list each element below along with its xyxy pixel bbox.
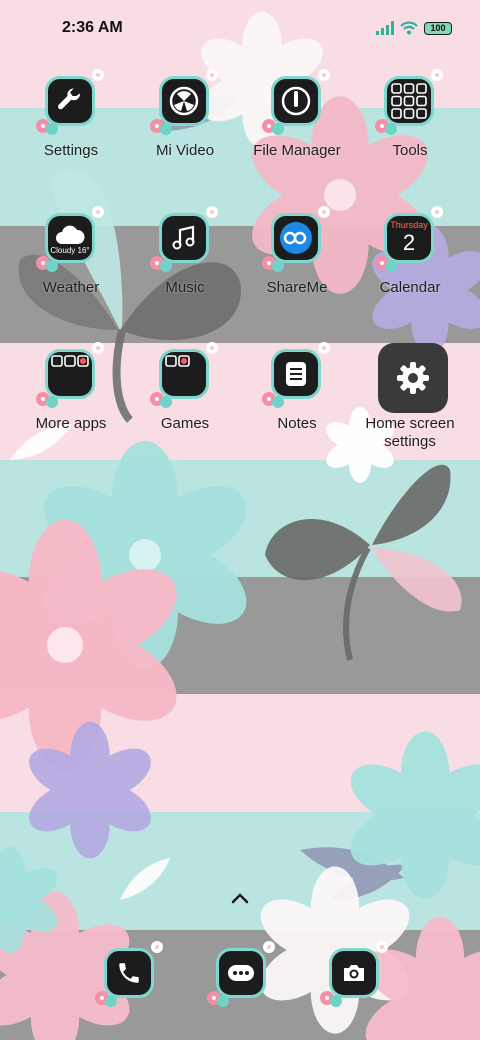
battery-icon: 100 — [424, 21, 452, 35]
folder-tools[interactable]: Tools — [350, 69, 470, 160]
app-label: Home screen settings — [365, 415, 455, 450]
sparkle-icon — [318, 69, 330, 81]
sparkle-icon — [206, 69, 218, 81]
file-manager-icon — [281, 86, 311, 116]
messages-icon — [228, 965, 254, 981]
camera-icon — [344, 965, 364, 981]
folder-more-apps[interactable]: More apps — [11, 342, 131, 433]
wrench-icon — [57, 88, 81, 110]
dock-phone[interactable] — [95, 941, 163, 1007]
weather-icon — [56, 225, 85, 244]
sparkle-icon — [318, 206, 330, 218]
flower-decoration-icon — [207, 991, 229, 1007]
wifi-icon — [400, 21, 418, 35]
signal-icon — [376, 21, 394, 35]
dock-messages[interactable] — [207, 941, 275, 1007]
sparkle-icon — [206, 342, 218, 354]
app-label: Calendar — [379, 279, 441, 296]
sparkle-icon — [92, 69, 104, 81]
app-settings[interactable]: Settings — [11, 69, 131, 160]
app-label: Music — [165, 279, 205, 296]
app-label: Games — [160, 415, 210, 432]
app-label: Weather — [42, 279, 100, 296]
sparkle-icon — [431, 206, 443, 218]
app-notes[interactable]: Notes — [237, 342, 357, 433]
sparkle-icon — [376, 941, 388, 953]
folder-icon — [51, 355, 89, 367]
flower-decoration-icon — [95, 991, 117, 1007]
flower-decoration-icon — [375, 119, 397, 135]
flower-decoration-icon — [262, 256, 284, 272]
app-home-screen-settings[interactable]: Home screen settings — [350, 343, 470, 451]
status-bar: 2:36 AM 100 — [0, 0, 480, 56]
notes-icon — [286, 362, 306, 386]
calendar-weekday: Thursday — [390, 220, 428, 230]
tools-folder-icon — [391, 83, 427, 119]
app-label: More apps — [35, 415, 107, 432]
chevron-up-icon[interactable] — [228, 888, 252, 908]
app-file-manager[interactable]: File Manager — [237, 69, 357, 160]
flower-decoration-icon — [262, 119, 284, 135]
status-time: 2:36 AM — [62, 19, 123, 36]
battery-level: 100 — [430, 22, 446, 33]
sparkle-icon — [151, 941, 163, 953]
flower-decoration-icon — [150, 256, 172, 272]
calendar-day: 2 — [402, 230, 416, 255]
sparkle-icon — [318, 342, 330, 354]
dock-camera[interactable] — [320, 941, 388, 1007]
flower-decoration-icon — [36, 392, 58, 408]
flower-decoration-icon — [150, 119, 172, 135]
app-label: Notes — [277, 415, 317, 432]
sparkle-icon — [92, 206, 104, 218]
flower-decoration-icon — [36, 256, 58, 272]
app-weather[interactable]: Cloudy 16° Weather — [11, 206, 131, 297]
flower-decoration-icon — [36, 119, 58, 135]
sparkle-icon — [431, 69, 443, 81]
app-calendar[interactable]: Thursday 2 Calendar — [350, 206, 470, 297]
phone-icon — [119, 963, 139, 983]
app-label: File Manager — [253, 142, 341, 159]
app-label: Mi Video — [155, 142, 215, 159]
app-label: ShareMe — [266, 279, 328, 296]
flower-decoration-icon — [262, 392, 284, 408]
music-note-icon — [172, 225, 195, 250]
gear-icon — [397, 362, 429, 394]
app-label: Tools — [392, 142, 428, 159]
games-folder-icon — [165, 355, 190, 367]
sparkle-icon — [263, 941, 275, 953]
sparkle-icon — [92, 342, 104, 354]
video-reel-icon — [169, 86, 199, 116]
app-mi-video[interactable]: Mi Video — [125, 69, 245, 160]
app-music[interactable]: Music — [125, 206, 245, 297]
flower-decoration-icon — [375, 256, 397, 272]
app-shareme[interactable]: ShareMe — [237, 206, 357, 297]
app-label: Settings — [43, 142, 99, 159]
flower-decoration-icon — [320, 991, 342, 1007]
folder-games[interactable]: Games — [125, 342, 245, 433]
sparkle-icon — [206, 206, 218, 218]
flower-decoration-icon — [150, 392, 172, 408]
shareme-icon — [280, 222, 312, 254]
